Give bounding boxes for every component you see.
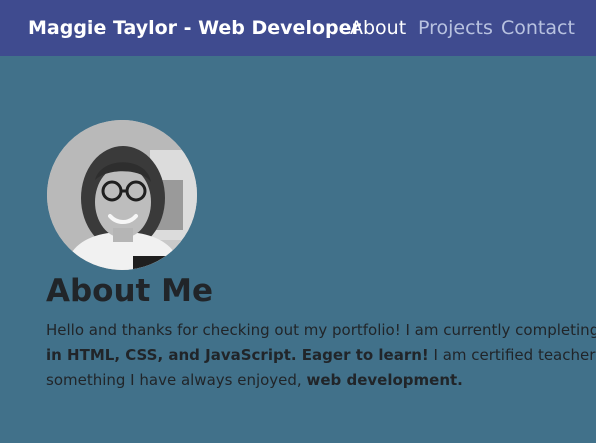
nav-about-link[interactable]: About	[350, 16, 406, 40]
about-line-2-text: I am certified teacher and	[433, 346, 596, 364]
profile-photo-icon	[47, 120, 197, 270]
about-line-1: Hello and thanks for checking out my por…	[46, 321, 596, 339]
navbar: Maggie Taylor - Web Developer About Proj…	[0, 0, 596, 56]
avatar	[47, 120, 197, 270]
about-skills-text: in HTML, CSS, and JavaScript. Eager to l…	[46, 346, 429, 364]
nav-projects-link[interactable]: Projects	[418, 16, 493, 40]
about-line-2: in HTML, CSS, and JavaScript. Eager to l…	[46, 343, 596, 368]
about-heading: About Me	[46, 273, 214, 309]
about-paragraph: Hello and thanks for checking out my por…	[46, 318, 596, 398]
brand-link[interactable]: Maggie Taylor - Web Developer	[28, 16, 361, 40]
about-line-3-text: something I have always enjoyed,	[46, 371, 307, 389]
nav-contact-link[interactable]: Contact	[501, 16, 575, 40]
about-line-3: something I have always enjoyed, web dev…	[46, 368, 596, 393]
about-web-development-text: web development.	[306, 371, 463, 389]
